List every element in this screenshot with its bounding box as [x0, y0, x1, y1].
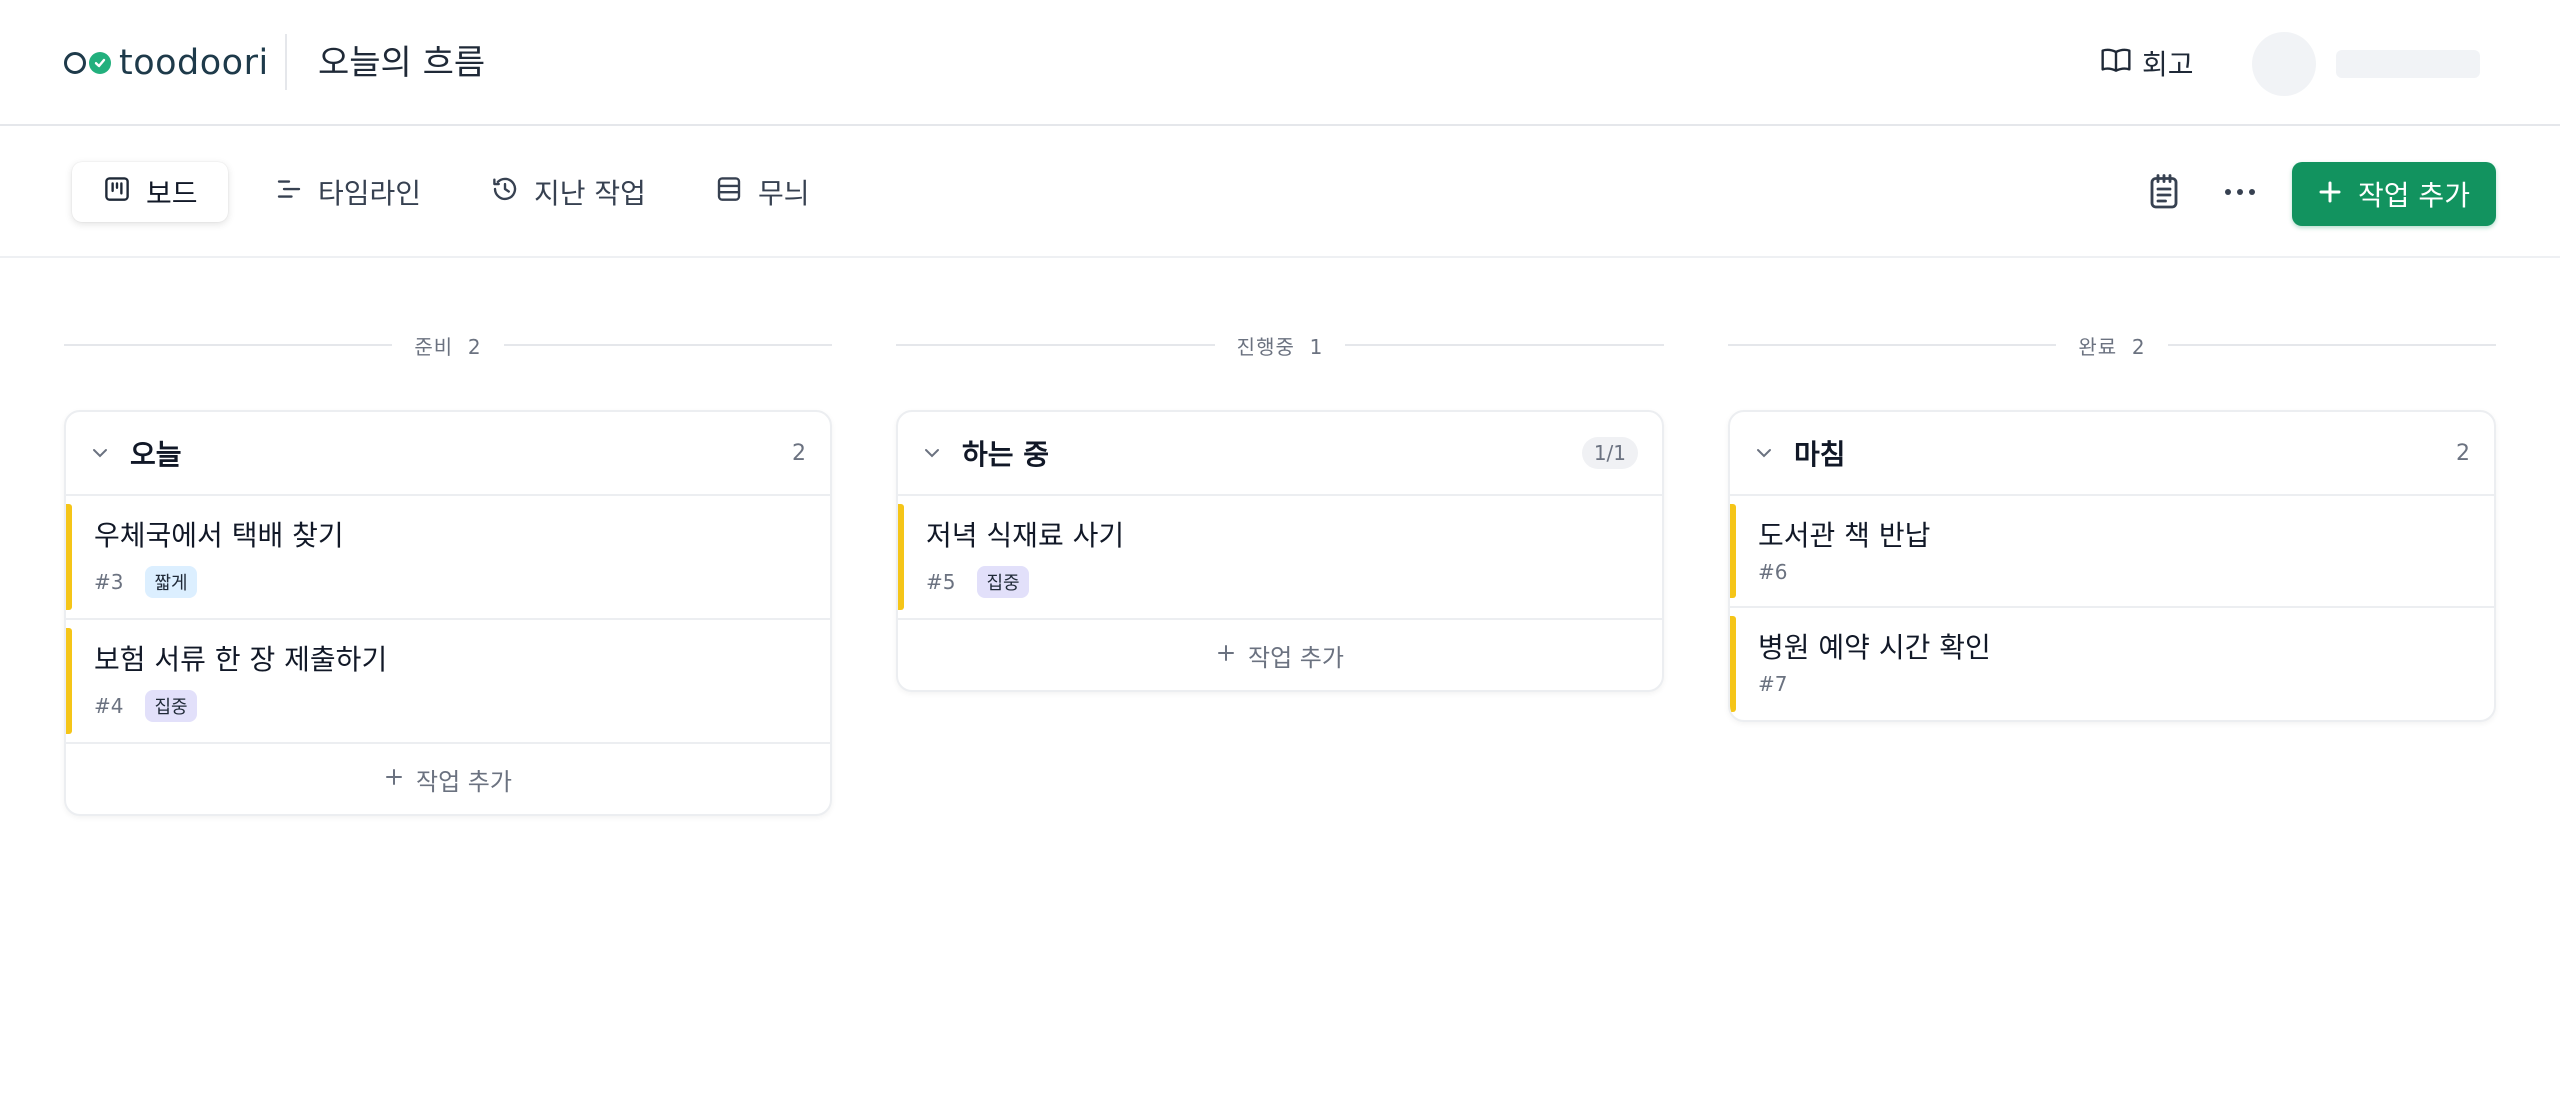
task-number: #4: [94, 694, 124, 718]
tab-history-label: 지난 작업: [534, 177, 646, 210]
tab-layout-label: 무늬: [758, 177, 810, 210]
column-header-in-progress: 진행중 1: [896, 330, 1664, 360]
layout-icon: [714, 174, 744, 211]
task-group-count: 2: [792, 440, 806, 466]
task-card[interactable]: 우체국에서 택배 찾기 #3 짧게: [66, 496, 830, 620]
view-toolbar: 보드 타임라인 지난 작업 무늬 작업 추가: [0, 128, 2560, 258]
tab-history[interactable]: 지난 작업: [460, 162, 676, 222]
task-title: 우체국에서 택배 찾기: [94, 519, 344, 552]
chevron-down-icon[interactable]: [90, 447, 116, 459]
task-tag: 집중: [977, 566, 1029, 598]
task-title: 보험 서류 한 장 제출하기: [94, 643, 388, 676]
book-open-icon: [2100, 44, 2132, 83]
task-card[interactable]: 저녁 식재료 사기 #5 집중: [898, 496, 1662, 620]
user-name-placeholder: [2336, 50, 2480, 78]
column-status-count: 2: [467, 334, 482, 359]
task-group-title: 마침: [1794, 438, 1846, 471]
avatar[interactable]: [2252, 32, 2316, 96]
review-label: 회고: [2142, 48, 2194, 81]
review-button[interactable]: 회고: [2100, 40, 2194, 86]
task-title: 도서관 책 반납: [1758, 519, 1931, 552]
task-title: 병원 예약 시간 확인: [1758, 631, 1991, 664]
brand-logo-icon: [64, 52, 111, 74]
tab-board-label: 보드: [146, 177, 198, 210]
task-group-card: 오늘 2 우체국에서 택배 찾기 #3 짧게 보험 서류 한 장 제출하기 #4…: [64, 410, 832, 816]
task-number: #5: [926, 570, 956, 594]
task-group-title: 오늘: [130, 438, 182, 471]
task-group-count: 1/1: [1581, 437, 1638, 469]
chevron-down-icon[interactable]: [1754, 447, 1780, 459]
page-title: 오늘의 흐름: [318, 43, 486, 83]
task-tag: 집중: [145, 690, 197, 722]
task-priority-bar: [66, 628, 72, 734]
task-priority-bar: [66, 504, 72, 610]
column-header-ready: 준비 2: [64, 330, 833, 360]
plus-icon: [1216, 641, 1236, 669]
task-group-title: 하는 중: [962, 438, 1050, 471]
notepad-icon[interactable]: [2140, 168, 2188, 216]
column-status: 진행중: [1236, 334, 1295, 359]
task-card[interactable]: 병원 예약 시간 확인 #7: [1730, 608, 2494, 720]
task-group-header[interactable]: 마침 2: [1730, 412, 2494, 496]
tab-board[interactable]: 보드: [72, 162, 228, 222]
task-card[interactable]: 도서관 책 반납 #6: [1730, 496, 2494, 608]
plus-icon: [384, 765, 404, 793]
task-group-header[interactable]: 오늘 2: [66, 412, 830, 496]
tab-timeline-label: 타임라인: [318, 177, 422, 210]
column-status-count: 2: [2131, 334, 2146, 359]
task-priority-bar: [898, 504, 904, 610]
task-number: #6: [1758, 560, 1788, 584]
board-icon: [102, 174, 132, 211]
add-task-button-label: 작업 추가: [2358, 179, 2470, 212]
task-tag: 짧게: [145, 566, 197, 598]
task-group-count: 2: [2456, 440, 2470, 466]
more-options-icon[interactable]: [2216, 168, 2264, 216]
task-number: #3: [94, 570, 124, 594]
plus-icon: [2318, 178, 2342, 211]
task-priority-bar: [1730, 616, 1736, 712]
column-header-done: 완료 2: [1728, 330, 2497, 360]
add-task-inline-button[interactable]: 작업 추가: [898, 620, 1662, 690]
chevron-down-icon[interactable]: [922, 447, 948, 459]
add-task-inline-label: 작업 추가: [1248, 643, 1344, 672]
brand-name: toodoori: [119, 43, 269, 83]
task-group-card: 하는 중 1/1 저녁 식재료 사기 #5 집중 작업 추가: [896, 410, 1664, 692]
column-status-count: 1: [1309, 334, 1324, 359]
add-task-button[interactable]: 작업 추가: [2292, 162, 2496, 226]
task-number: #7: [1758, 672, 1788, 696]
tab-timeline[interactable]: 타임라인: [244, 162, 451, 222]
column-status: 준비: [414, 334, 454, 359]
add-task-inline-label: 작업 추가: [416, 767, 512, 796]
app-header: toodoori 오늘의 흐름 회고: [0, 0, 2560, 126]
timeline-icon: [274, 174, 304, 211]
history-icon: [490, 174, 520, 211]
task-card[interactable]: 보험 서류 한 장 제출하기 #4 집중: [66, 620, 830, 744]
header-divider: [285, 34, 287, 90]
tab-layout[interactable]: 무늬: [684, 162, 840, 222]
brand[interactable]: toodoori: [64, 38, 269, 88]
task-title: 저녁 식재료 사기: [926, 519, 1125, 552]
task-group-card: 마침 2 도서관 책 반납 #6 병원 예약 시간 확인 #7: [1728, 410, 2496, 722]
task-group-header[interactable]: 하는 중 1/1: [898, 412, 1662, 496]
column-status: 완료: [2078, 334, 2118, 359]
task-priority-bar: [1730, 504, 1736, 598]
add-task-inline-button[interactable]: 작업 추가: [66, 744, 830, 814]
